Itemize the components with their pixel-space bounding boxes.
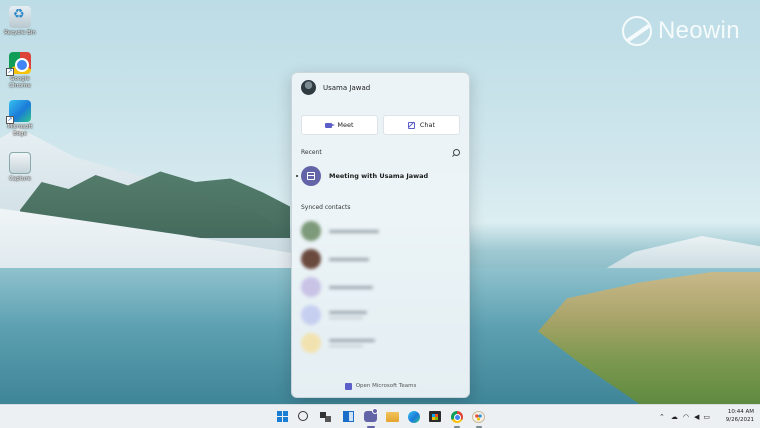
recycle-bin-icon: [9, 6, 31, 28]
contact-avatar: [301, 333, 321, 353]
wifi-icon[interactable]: ◠: [683, 413, 689, 421]
desktop-icon-capture[interactable]: Capture: [0, 152, 40, 183]
taskbar-search-icon[interactable]: [298, 411, 308, 421]
desktop-icon-label: Google Chrome: [9, 76, 31, 89]
store-icon[interactable]: [429, 411, 441, 422]
meet-button-label: Meet: [337, 121, 354, 129]
shortcut-arrow-icon: ↗: [6, 116, 14, 124]
shortcut-arrow-icon: ↗: [6, 68, 14, 76]
chat-button[interactable]: Chat: [383, 115, 460, 135]
neowin-logo-icon: [622, 16, 652, 46]
chat-button-label: Chat: [419, 121, 436, 129]
desktop-icon-recycle-bin[interactable]: Recycle Bin: [0, 6, 40, 37]
recent-item-title: Meeting with Usama Jawad: [329, 172, 429, 180]
file-explorer-icon[interactable]: [386, 412, 399, 422]
clock-time: 10:44 AM: [727, 409, 754, 415]
meeting-avatar: [301, 166, 321, 186]
recent-section-header: Recent: [292, 149, 469, 156]
clock[interactable]: 10:44 AM 9/26/2021: [718, 408, 754, 424]
task-view-icon[interactable]: [320, 412, 331, 422]
contact-avatar: [301, 221, 321, 241]
desktop-icon-edge[interactable]: ↗ Microsoft Edge: [0, 100, 40, 138]
capture-icon: [9, 152, 31, 174]
contact-item[interactable]: [292, 273, 469, 301]
open-teams-link[interactable]: Open Microsoft Teams: [292, 375, 469, 397]
neowin-watermark: Neowin: [622, 16, 740, 46]
watermark-text: Neowin: [658, 17, 740, 44]
contact-avatar: [301, 277, 321, 297]
action-buttons: Meet Chat: [292, 115, 469, 135]
avatar[interactable]: [301, 80, 316, 95]
desktop-icon-label: Recycle Bin: [4, 30, 36, 36]
start-button[interactable]: [277, 411, 288, 422]
teams-icon: [344, 382, 352, 390]
battery-icon[interactable]: ▭: [703, 413, 710, 421]
synced-contacts-list: [292, 217, 469, 357]
synced-contacts-header: Synced contacts: [292, 204, 469, 211]
contact-item[interactable]: [292, 329, 469, 357]
synced-contacts-label: Synced contacts: [301, 204, 351, 211]
contact-avatar: [301, 249, 321, 269]
video-camera-icon: [325, 122, 336, 128]
recent-label: Recent: [301, 149, 322, 156]
right-mountain: [600, 236, 760, 272]
compose-icon: [407, 121, 415, 129]
edge-taskbar-icon[interactable]: [408, 411, 420, 423]
flyout-header: Usama Jawad: [292, 73, 469, 102]
chevron-up-icon[interactable]: ⌃: [659, 413, 665, 421]
volume-icon[interactable]: ◀: [694, 413, 699, 421]
desktop-icon-label: Microsoft Edge: [7, 124, 33, 137]
unread-dot: [296, 175, 298, 177]
contact-item[interactable]: [292, 245, 469, 273]
chrome-taskbar-icon[interactable]: [451, 411, 463, 423]
teams-chat-flyout: Usama Jawad Meet Chat Recent Meeting wit…: [291, 72, 470, 398]
paint-icon[interactable]: [472, 411, 485, 423]
open-teams-label: Open Microsoft Teams: [355, 383, 417, 389]
taskbar: ⌃ ☁ ◠ ◀ ▭ 10:44 AM 9/26/2021: [0, 404, 760, 428]
meet-button[interactable]: Meet: [301, 115, 378, 135]
recent-item[interactable]: Meeting with Usama Jawad: [292, 166, 469, 186]
desktop-icon-label: Capture: [9, 176, 31, 182]
chat-badge: [372, 408, 378, 414]
contact-avatar: [301, 305, 321, 325]
contact-item[interactable]: [292, 217, 469, 245]
search-icon[interactable]: [453, 149, 460, 156]
cloud-icon[interactable]: ☁: [671, 413, 678, 421]
desktop-icon-chrome[interactable]: ↗ Google Chrome: [0, 52, 40, 90]
widgets-icon[interactable]: [343, 411, 354, 422]
system-tray: ⌃ ☁ ◠ ◀ ▭: [659, 405, 710, 428]
contact-item[interactable]: [292, 301, 469, 329]
calendar-icon: [307, 172, 315, 180]
clock-date: 9/26/2021: [725, 417, 754, 423]
user-name: Usama Jawad: [323, 83, 371, 92]
